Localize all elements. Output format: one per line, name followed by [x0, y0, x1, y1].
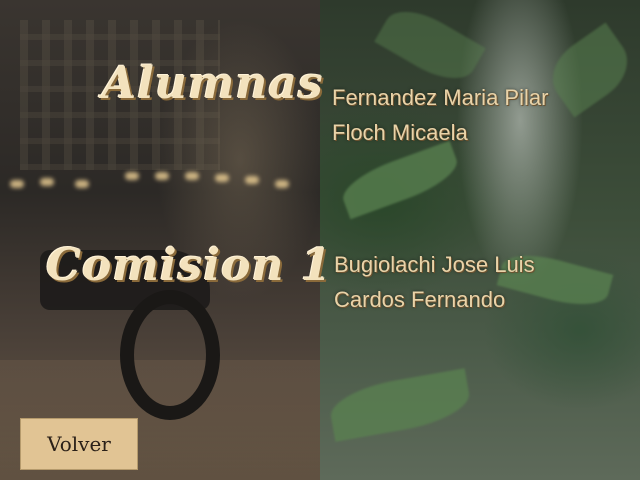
student-name: Fernandez Maria Pilar [332, 85, 549, 110]
volver-button[interactable]: Volver [20, 418, 138, 470]
motorcycle-wheel [120, 290, 220, 420]
alumnas-heading: Alumnas [102, 58, 324, 109]
comision-heading: Comision 1 [46, 240, 333, 291]
member-name: Cardos Fernando [334, 287, 506, 312]
background-forest [320, 0, 640, 480]
student-name: Floch Micaela [332, 120, 468, 145]
alumnas-list: Fernandez Maria Pilar Floch Micaela [332, 80, 548, 150]
string-lights [0, 168, 300, 198]
comision-list: Bugiolachi Jose Luis Cardos Fernando [334, 247, 535, 317]
member-name: Bugiolachi Jose Luis [334, 252, 535, 277]
